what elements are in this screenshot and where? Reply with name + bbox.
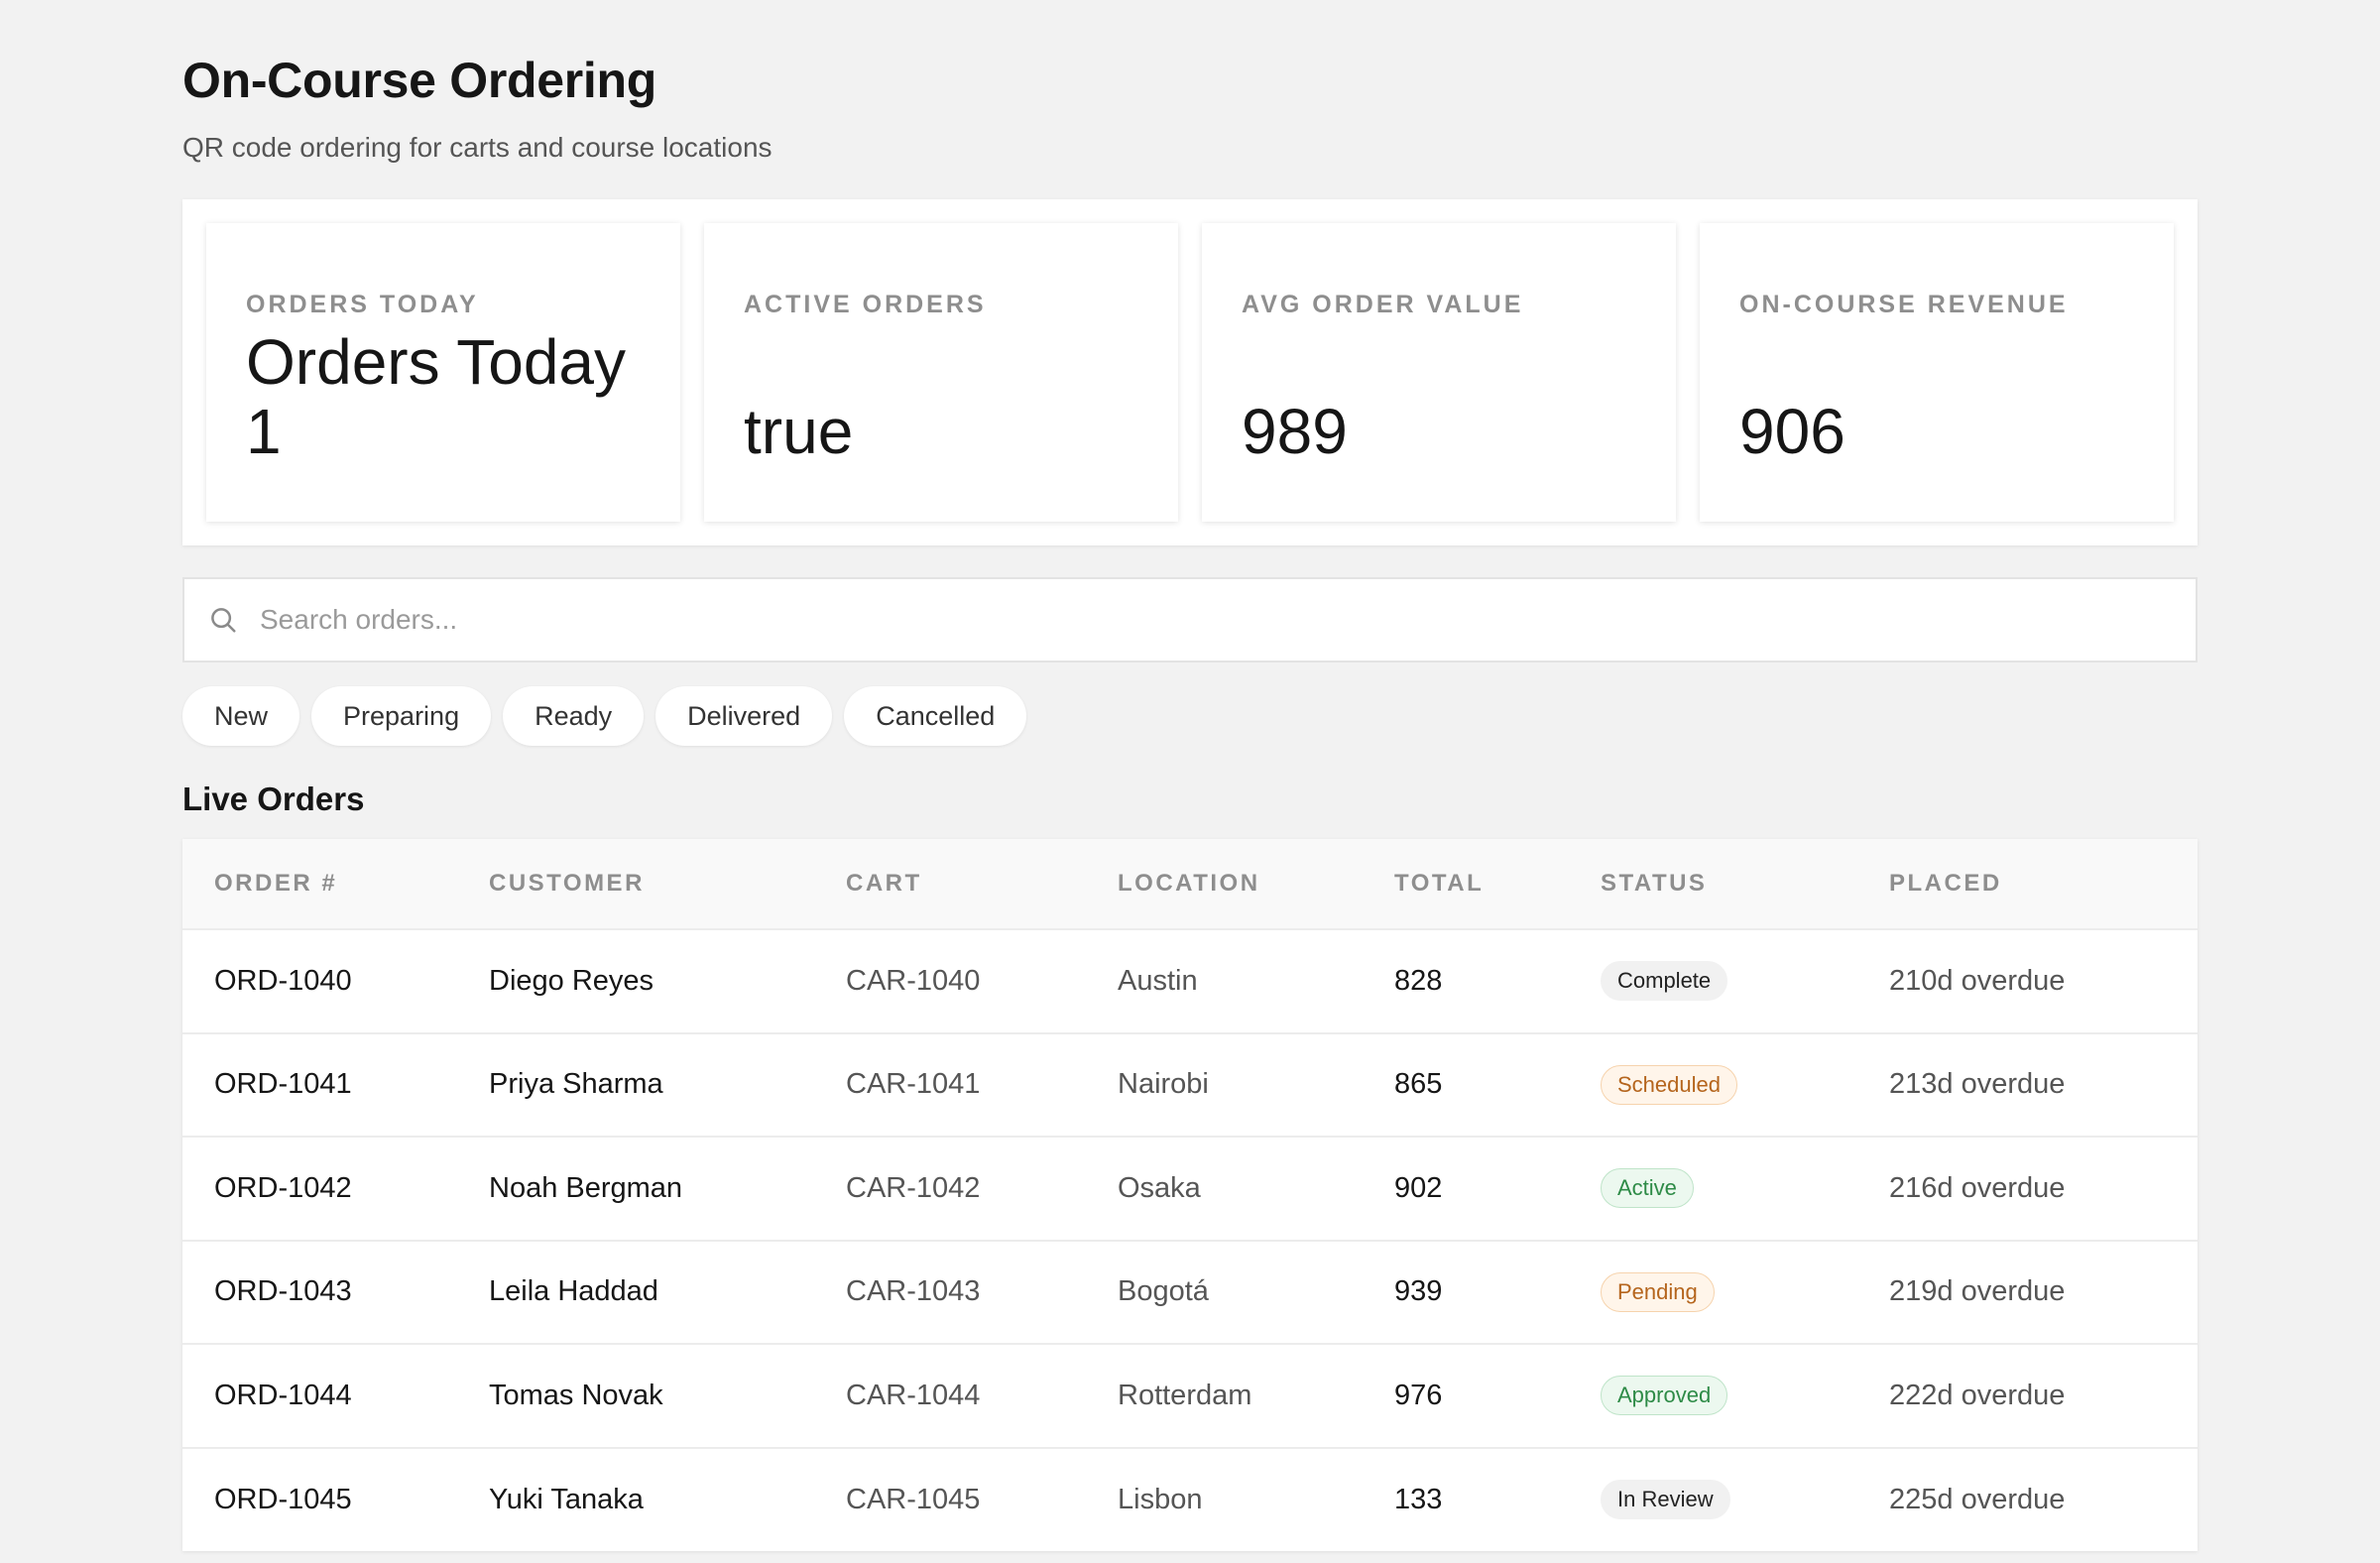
cell-status: Complete <box>1569 929 1857 1033</box>
cell-status: Scheduled <box>1569 1033 1857 1138</box>
table-row[interactable]: ORD-1044 Tomas Novak CAR-1044 Rotterdam … <box>182 1344 2198 1448</box>
section-title: Live Orders <box>182 781 365 817</box>
status-badge: Pending <box>1601 1271 1715 1312</box>
cell-status: In Review <box>1569 1448 1857 1552</box>
cell-location: Lisbon <box>1118 1483 1203 1515</box>
status-badge: Approved <box>1601 1376 1728 1416</box>
table-row[interactable]: ORD-1041 Priya Sharma CAR-1041 Nairobi 8… <box>182 1032 2198 1138</box>
cell-total: 828 <box>1394 964 1443 997</box>
cell-status: Approved <box>1569 1344 1857 1448</box>
stat-label: Avg Order Value <box>1242 291 1524 318</box>
cell-cart: CAR-1044 <box>846 1379 981 1411</box>
column-header-total[interactable]: Total <box>1363 839 1569 929</box>
stat-value: 989 <box>1242 396 1348 467</box>
table-row[interactable]: ORD-1043 Leila Haddad CAR-1043 Bogotá 93… <box>182 1240 2198 1345</box>
search-box[interactable] <box>182 577 2198 662</box>
cell-location: Nairobi <box>1118 1068 1209 1101</box>
stat-card-avg-order-value: Avg Order Value 989 <box>1202 223 1676 522</box>
column-header-status[interactable]: Status <box>1569 839 1857 929</box>
stats-panel: Orders Today Orders Today 1 Active Order… <box>182 199 2198 545</box>
column-header-cart[interactable]: Cart <box>814 839 1086 929</box>
cell-total: 976 <box>1394 1379 1443 1411</box>
orders-table-container: Order # Customer Cart Location Total Sta… <box>182 839 2198 1551</box>
status-badge: Scheduled <box>1601 1064 1737 1105</box>
cell-placed: 222d overdue <box>1889 1379 2066 1411</box>
cell-customer: Leila Haddad <box>489 1275 658 1308</box>
cell-total: 133 <box>1394 1483 1443 1515</box>
stat-value: true <box>744 396 854 467</box>
cell-customer: Noah Bergman <box>489 1171 683 1204</box>
column-header-customer[interactable]: Customer <box>457 839 814 929</box>
cell-customer: Priya Sharma <box>489 1068 663 1101</box>
filter-chip-delivered[interactable]: Delivered <box>655 686 833 746</box>
cell-cart: CAR-1041 <box>846 1068 981 1101</box>
cell-status: Pending <box>1569 1241 1857 1345</box>
stat-card-active-orders: Active Orders true <box>704 223 1178 522</box>
page-title: On-Course Ordering <box>182 53 656 108</box>
cell-cart: CAR-1042 <box>846 1171 981 1204</box>
stat-label: On-Course Revenue <box>1739 291 2069 318</box>
cell-cart: CAR-1043 <box>846 1275 981 1308</box>
cell-total: 865 <box>1394 1068 1443 1101</box>
cell-order-number: ORD-1044 <box>214 1379 352 1411</box>
table-row[interactable]: ORD-1040 Diego Reyes CAR-1040 Austin 828… <box>182 929 2198 1033</box>
stat-value: 906 <box>1739 396 1845 467</box>
search-icon <box>208 605 238 635</box>
stat-card-on-course-revenue: On-Course Revenue 906 <box>1700 223 2174 522</box>
cell-placed: 216d overdue <box>1889 1171 2066 1204</box>
cell-location: Austin <box>1118 964 1198 997</box>
page-subtitle: QR code ordering for carts and course lo… <box>182 132 773 163</box>
orders-table: Order # Customer Cart Location Total Sta… <box>182 839 2198 1551</box>
cell-order-number: ORD-1041 <box>214 1068 352 1101</box>
cell-order-number: ORD-1040 <box>214 964 352 997</box>
cell-status: Active <box>1569 1137 1857 1241</box>
cell-location: Bogotá <box>1118 1275 1209 1308</box>
stat-value: Orders Today 1 <box>246 326 626 467</box>
table-header-row: Order # Customer Cart Location Total Sta… <box>182 839 2198 929</box>
cell-customer: Tomas Novak <box>489 1379 663 1411</box>
table-row[interactable]: ORD-1042 Noah Bergman CAR-1042 Osaka 902… <box>182 1137 2198 1241</box>
stat-label: Active Orders <box>744 291 987 318</box>
status-badge: Active <box>1601 1168 1694 1209</box>
cell-placed: 210d overdue <box>1889 964 2066 997</box>
cell-order-number: ORD-1043 <box>214 1275 352 1308</box>
cell-total: 939 <box>1394 1275 1443 1308</box>
cell-cart: CAR-1045 <box>846 1483 981 1515</box>
status-filters: New Preparing Ready Delivered Cancelled <box>182 686 1027 746</box>
filter-chip-ready[interactable]: Ready <box>503 686 645 746</box>
status-badge: Complete <box>1601 961 1728 1002</box>
column-header-order[interactable]: Order # <box>182 839 457 929</box>
cell-customer: Yuki Tanaka <box>489 1483 644 1515</box>
column-header-location[interactable]: Location <box>1086 839 1363 929</box>
filter-chip-preparing[interactable]: Preparing <box>311 686 492 746</box>
cell-customer: Diego Reyes <box>489 964 654 997</box>
column-header-placed[interactable]: Placed <box>1857 839 2198 929</box>
cell-placed: 213d overdue <box>1889 1068 2066 1101</box>
cell-order-number: ORD-1045 <box>214 1483 352 1515</box>
cell-placed: 225d overdue <box>1889 1483 2066 1515</box>
cell-order-number: ORD-1042 <box>214 1171 352 1204</box>
cell-placed: 219d overdue <box>1889 1275 2066 1308</box>
cell-location: Rotterdam <box>1118 1379 1252 1411</box>
table-row[interactable]: ORD-1045 Yuki Tanaka CAR-1045 Lisbon 133… <box>182 1447 2198 1552</box>
filter-chip-new[interactable]: New <box>182 686 300 746</box>
search-input[interactable] <box>260 604 2144 636</box>
stat-card-orders-today: Orders Today Orders Today 1 <box>206 223 680 522</box>
cell-cart: CAR-1040 <box>846 964 981 997</box>
filter-chip-cancelled[interactable]: Cancelled <box>844 686 1027 746</box>
cell-total: 902 <box>1394 1171 1443 1204</box>
cell-location: Osaka <box>1118 1171 1201 1204</box>
stat-label: Orders Today <box>246 291 479 318</box>
status-badge: In Review <box>1601 1480 1730 1520</box>
